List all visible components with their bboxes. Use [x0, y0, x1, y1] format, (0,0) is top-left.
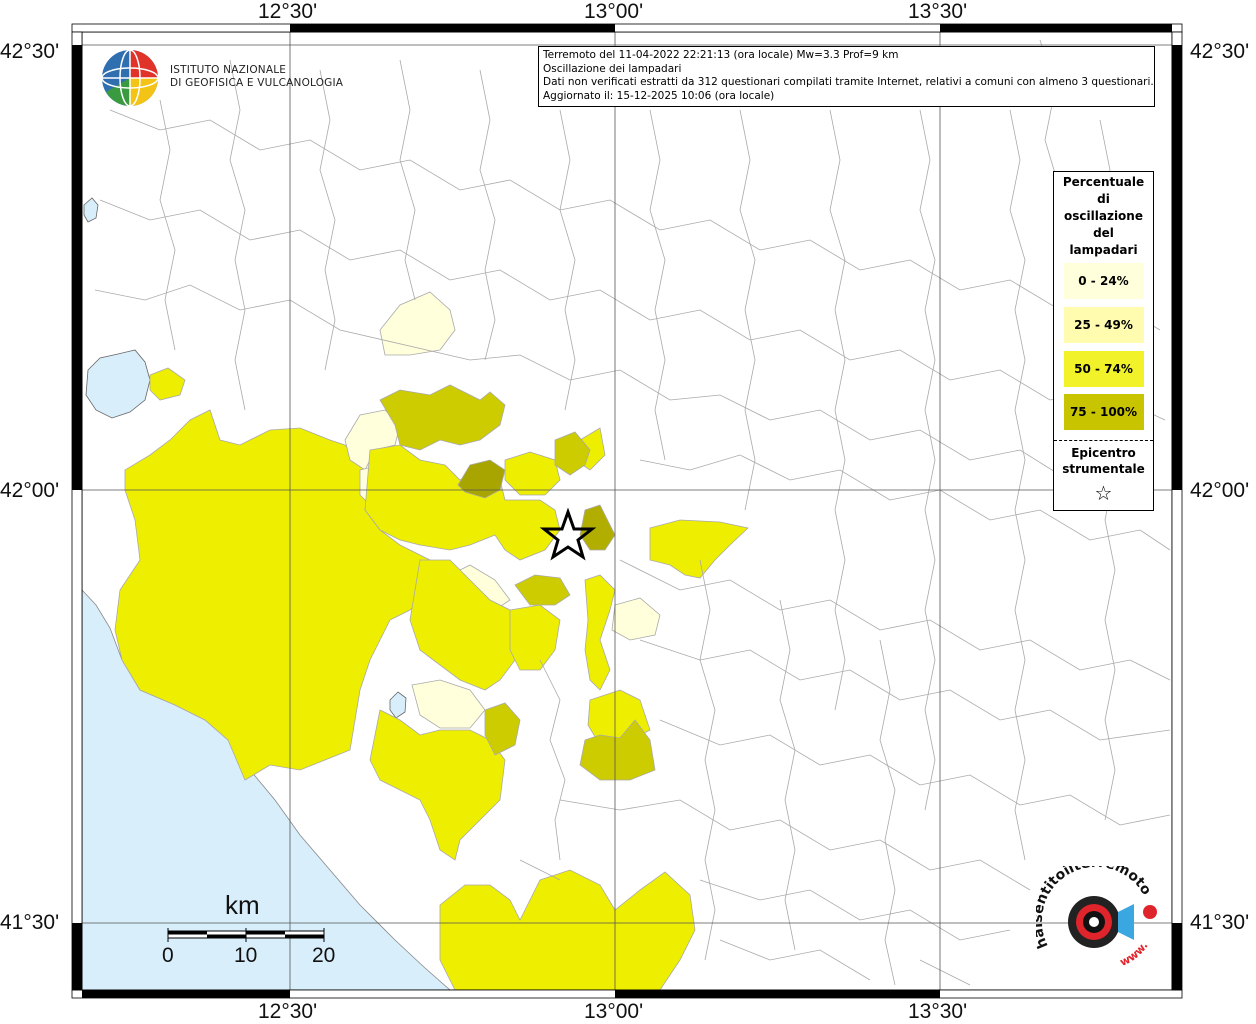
lon-label-top-2: 13°00': [584, 0, 644, 23]
lon-label-top-3: 13°30': [908, 0, 968, 23]
legend-title-line: Percentuale: [1062, 175, 1145, 189]
scale-bar: km 0 10 20: [160, 890, 340, 980]
lon-label-bottom-1: 12°30': [258, 1000, 318, 1023]
legend-item-75-100: 75 - 100%: [1063, 394, 1144, 430]
haisentito-logo: haisentitoilterremoto.it www.: [1030, 854, 1166, 976]
scale-label-0: 0: [162, 944, 174, 967]
event-updated: Aggiornato il: 15-12-2025 10:06 (ora loc…: [543, 89, 775, 102]
legend-item-25-49: 25 - 49%: [1063, 307, 1144, 343]
legend-item-0-24: 0 - 24%: [1063, 263, 1144, 299]
event-info-box: Terremoto del 11-04-2022 22:21:13 (ora l…: [538, 46, 1155, 107]
legend-epicentre-line: strumentale: [1062, 462, 1145, 476]
lat-label-right-3: 41°30': [1190, 911, 1250, 934]
legend-epicentre-line: Epicentro: [1071, 446, 1136, 460]
legend-separator: [1054, 440, 1153, 441]
event-title: Terremoto del 11-04-2022 22:21:13 (ora l…: [543, 49, 899, 61]
lat-label-right-2: 42°00': [1190, 479, 1250, 502]
legend-title-line: di: [1097, 192, 1110, 206]
event-subtitle: Oscillazione dei lampadari: [543, 62, 682, 75]
legend-title: Percentuale di oscillazione del lampadar…: [1054, 174, 1153, 259]
lon-label-bottom-3: 13°30': [908, 1000, 968, 1023]
haisentito-seismo-icon: haisentitoilterremoto.it www.: [1030, 854, 1157, 969]
lat-label-left-3: 41°30': [0, 911, 60, 934]
lat-label-right-1: 42°30': [1190, 40, 1250, 63]
lat-label-left-1: 42°30': [0, 40, 60, 63]
legend-star-icon: ☆: [1094, 481, 1113, 505]
legend-title-line: lampadari: [1069, 243, 1138, 257]
area-c3-south1: [439, 869, 696, 991]
legend-epicentre-label: Epicentro strumentale: [1054, 445, 1153, 477]
lon-label-bottom-2: 13°00': [584, 1000, 644, 1023]
legend-title-line: oscillazione: [1064, 209, 1143, 223]
lon-label-top-1: 12°30': [258, 0, 318, 23]
ingv-line2: DI GEOFISICA E VULCANOLOGIA: [170, 77, 344, 89]
legend: Percentuale di oscillazione del lampadar…: [1053, 171, 1154, 511]
haisentito-url: www.: [1118, 939, 1151, 969]
ingv-line1: ISTITUTO NAZIONALE: [170, 64, 287, 76]
event-data-note: Dati non verificati estratti da 312 ques…: [543, 76, 1154, 88]
ingv-logo: ISTITUTO NAZIONALE DI GEOFISICA E VULCAN…: [100, 48, 343, 108]
scale-label-20: 20: [312, 944, 336, 967]
legend-title-line: del: [1093, 226, 1114, 240]
lat-label-left-2: 42°00': [0, 479, 60, 502]
ingv-globe-icon: [101, 49, 159, 107]
scale-label-10: 10: [234, 944, 258, 967]
legend-item-50-74: 50 - 74%: [1063, 351, 1144, 387]
scale-unit: km: [225, 890, 260, 920]
